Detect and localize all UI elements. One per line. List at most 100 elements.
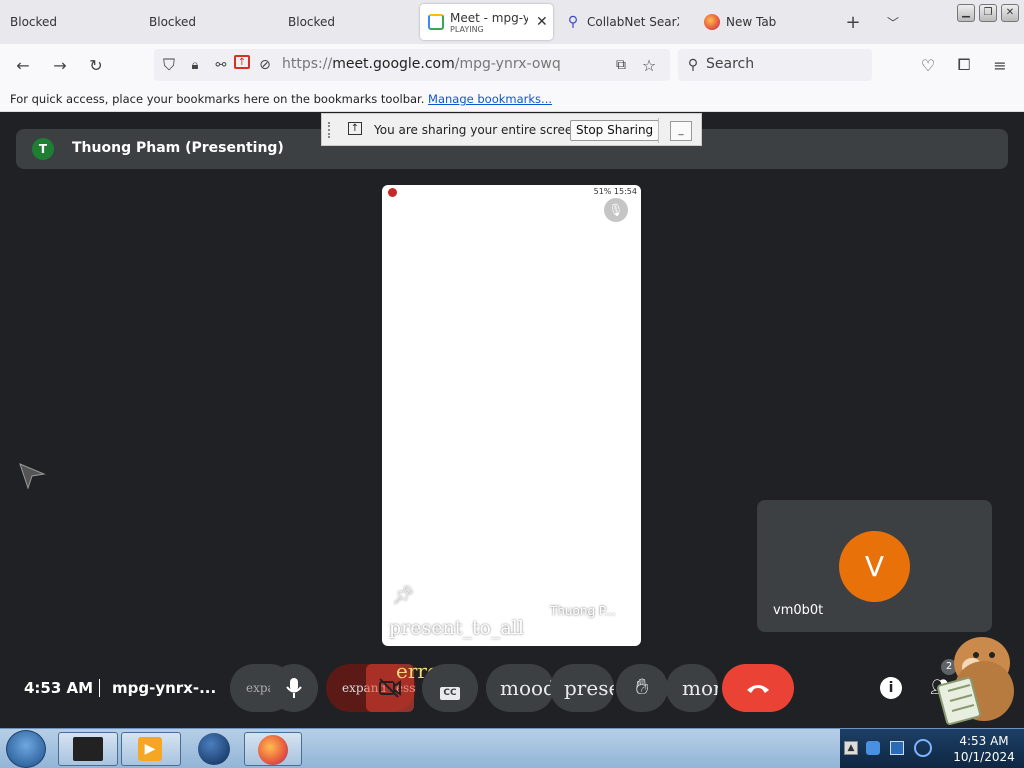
- volume-icon[interactable]: [914, 739, 932, 757]
- picture-in-picture-icon[interactable]: ⧉: [610, 54, 632, 76]
- tab-label: New Tab: [726, 15, 777, 29]
- search-icon: ⚲: [687, 57, 699, 73]
- hide-notification-button[interactable]: _: [670, 121, 692, 141]
- bookmarks-hint: For quick access, place your bookmarks h…: [10, 92, 425, 106]
- meet-stage: T Thuong Pham (Presenting) ↑ You are sha…: [0, 113, 1024, 728]
- divider: [658, 118, 659, 143]
- meeting-controls: 4:53 AM mpg-ynrx-... expand_less expand_…: [0, 659, 1024, 719]
- presenter-label: Thuong Pham (Presenting): [72, 140, 284, 156]
- presenter-tile-name: Thuong P...: [550, 604, 616, 618]
- tab-blocked-1[interactable]: Blocked: [10, 4, 130, 40]
- shared-screen-tile[interactable]: 51% 15:54 🎙︎ 📌︎ present_to_all Thuong P.…: [382, 185, 641, 646]
- url-text: https://meet.google.com/mpg-ynrx-owq: [282, 56, 561, 72]
- captions-button[interactable]: CC: [422, 664, 478, 712]
- microphone-icon: [286, 678, 302, 698]
- meeting-code: mpg-ynrx-...: [112, 679, 217, 697]
- raise-hand-button[interactable]: ✋︎: [616, 664, 668, 712]
- minimize-window-icon[interactable]: ▁: [957, 4, 975, 22]
- close-tab-icon[interactable]: ✕: [536, 14, 548, 30]
- tray-app-icon[interactable]: [866, 741, 880, 755]
- share-screen-icon: ↑: [348, 122, 362, 135]
- tab-bar: Blocked Blocked Blocked Meet - mpg-ynrx-…: [0, 0, 1024, 44]
- address-bar[interactable]: ⛉ 🔒︎ ⚯ ↑ ⊘ https://meet.google.com/mpg-y…: [154, 49, 670, 81]
- navigation-bar: ← → ↻ ⛉ 🔒︎ ⚯ ↑ ⊘ https://meet.google.com…: [0, 44, 1024, 86]
- screen-sharing-notification: ↑ You are sharing your entire screen. St…: [321, 113, 702, 146]
- clock-time: 4:53 AM: [959, 734, 1009, 748]
- hand-icon: ✋︎: [635, 675, 649, 700]
- sharing-message: You are sharing your entire screen.: [374, 123, 584, 137]
- meet-icon: [428, 14, 444, 30]
- microphone-button[interactable]: [270, 664, 318, 712]
- hang-up-icon: [747, 685, 769, 693]
- screen-share-icon[interactable]: ↑: [234, 55, 250, 69]
- self-name: vm0b0t: [773, 603, 824, 618]
- reload-icon[interactable]: ↻: [85, 54, 107, 76]
- present-to-all-label: present_to_all: [389, 617, 524, 639]
- taskbar-app-firefox[interactable]: [244, 732, 302, 766]
- search-input[interactable]: ⚲ Search: [678, 49, 872, 81]
- show-hidden-icons-icon[interactable]: ▲: [844, 741, 858, 755]
- extensions-icon[interactable]: ⧠: [953, 54, 975, 76]
- hamster-sticker-image: [937, 637, 1014, 725]
- tab-label: CollabNet SearXNG: [587, 15, 679, 29]
- pocket-icon[interactable]: ♡: [917, 54, 939, 76]
- meeting-time: 4:53 AM: [24, 679, 94, 697]
- tab-new-tab[interactable]: New Tab: [704, 4, 814, 40]
- start-button[interactable]: [6, 730, 46, 768]
- taskbar-app-globe[interactable]: [198, 733, 230, 765]
- drag-handle[interactable]: [328, 122, 332, 138]
- presenter-avatar: T: [32, 138, 54, 160]
- tab-label: Blocked: [149, 15, 197, 29]
- record-icon: [388, 188, 397, 197]
- restore-window-icon[interactable]: ❐: [979, 4, 997, 22]
- new-tab-plus-icon[interactable]: +: [842, 11, 864, 33]
- taskbar-app-media-player[interactable]: ▶: [121, 732, 181, 766]
- tab-blocked-3[interactable]: Blocked: [288, 4, 408, 40]
- network-icon[interactable]: [890, 741, 904, 755]
- terminal-icon: [73, 737, 103, 761]
- reactions-button[interactable]: mood: [486, 664, 554, 712]
- tab-blocked-2[interactable]: Blocked: [149, 4, 269, 40]
- taskbar-app-terminal[interactable]: [58, 732, 118, 766]
- firefox-icon: [704, 14, 720, 30]
- phone-status-bar: 51% 15:54: [386, 187, 637, 199]
- self-view-tile[interactable]: V vm0b0t: [757, 500, 992, 632]
- clock-date: 10/1/2024: [953, 750, 1015, 764]
- phone-battery-time: 51% 15:54: [593, 187, 637, 196]
- tab-list-chevron-icon[interactable]: ﹀: [882, 11, 904, 33]
- forward-arrow-icon[interactable]: →: [49, 54, 71, 76]
- back-arrow-icon[interactable]: ←: [12, 54, 34, 76]
- mouse-cursor-icon: [19, 463, 46, 490]
- more-options-button[interactable]: more_vert: [666, 664, 718, 712]
- search-placeholder: Search: [706, 56, 755, 72]
- lock-icon[interactable]: 🔒︎: [184, 54, 206, 76]
- menu-icon[interactable]: ≡: [989, 54, 1011, 76]
- pin-icon[interactable]: 📌︎: [392, 585, 415, 606]
- search-icon: ⚲: [567, 14, 579, 30]
- bookmark-star-icon[interactable]: ☆: [638, 54, 660, 76]
- os-taskbar: ▶ ▲ 4:53 AM 10/1/2024: [0, 728, 1024, 768]
- shield-icon[interactable]: ⛉: [158, 54, 180, 76]
- tab-label: Meet - mpg-ynrx-owq: [450, 10, 528, 25]
- tab-playing-label: PLAYING: [450, 24, 484, 34]
- tab-meet[interactable]: Meet - mpg-ynrx-owq PLAYING ✕: [420, 4, 553, 40]
- avatar: V: [839, 531, 910, 602]
- tab-collabnet[interactable]: ⚲ CollabNet SearXNG: [565, 4, 683, 40]
- info-icon[interactable]: i: [880, 677, 902, 699]
- tab-label: Blocked: [10, 15, 58, 29]
- clock[interactable]: 4:53 AM 10/1/2024: [946, 733, 1022, 765]
- divider: [99, 679, 100, 697]
- end-call-button[interactable]: [722, 664, 794, 712]
- close-window-icon[interactable]: ✕: [1001, 4, 1019, 22]
- bookmarks-toolbar: For quick access, place your bookmarks h…: [0, 86, 1024, 112]
- system-tray: ▲ 4:53 AM 10/1/2024: [840, 729, 1024, 768]
- captions-icon: CC: [440, 687, 460, 700]
- permissions-icon[interactable]: ⚯: [210, 54, 232, 76]
- stop-sharing-button[interactable]: Stop Sharing: [570, 120, 660, 141]
- media-player-icon: ▶: [138, 737, 162, 761]
- firefox-icon: [258, 735, 288, 765]
- mic-muted-icon: 🎙︎: [604, 198, 628, 222]
- manage-bookmarks-link[interactable]: Manage bookmarks...: [428, 92, 552, 106]
- camera-blocked-icon[interactable]: ⊘: [254, 54, 276, 76]
- present-button[interactable]: present_to_all: [550, 664, 614, 712]
